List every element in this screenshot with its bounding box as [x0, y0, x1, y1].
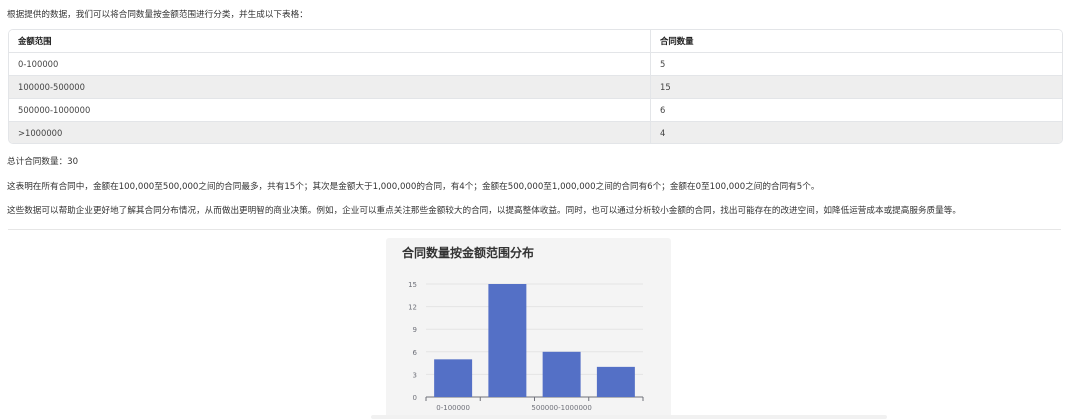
table-row: >1000000 4 [9, 121, 1062, 143]
divider [8, 229, 1061, 230]
y-tick-label: 0 [413, 394, 417, 402]
total-text: 总计合同数量：30 [7, 157, 79, 167]
cell-count: 5 [650, 52, 1062, 76]
y-tick-label: 6 [413, 349, 418, 357]
bar [488, 284, 527, 397]
column-header-range: 金额范围 [9, 30, 651, 53]
insight-paragraph: 这些数据可以帮助企业更好地了解其合同分布情况，从而做出更明智的商业决策。例如，企… [7, 206, 961, 216]
bar [542, 351, 581, 397]
y-tick-label: 3 [413, 371, 417, 379]
column-header-count: 合同数量 [650, 30, 1062, 53]
cell-count: 15 [650, 75, 1062, 99]
x-tick-label: 500000-1000000 [531, 404, 591, 412]
y-tick-label: 9 [413, 326, 417, 334]
intro-text: 根据提供的数据，我们可以将合同数量按金额范围进行分类，并生成以下表格： [7, 10, 308, 20]
cell-range: 0-100000 [9, 52, 651, 76]
table-row: 500000-1000000 6 [9, 98, 1062, 122]
y-tick-label: 12 [408, 304, 417, 312]
summary-paragraph: 这表明在所有合同中，金额在100,000至500,000之间的合同最多，共有15… [7, 182, 820, 192]
bar [434, 359, 473, 397]
cell-count: 6 [650, 98, 1062, 122]
x-tick-label: 0-100000 [436, 404, 470, 412]
bar [596, 366, 635, 397]
cell-count: 4 [650, 121, 1062, 143]
cell-range: 500000-1000000 [9, 98, 651, 122]
y-tick-label: 15 [408, 281, 417, 289]
cell-range: 100000-500000 [9, 75, 651, 99]
bottom-scroll-bar [371, 415, 887, 419]
table-header-row: 金额范围 合同数量 [9, 30, 1062, 53]
table-row: 0-100000 5 [9, 52, 1062, 76]
contract-table: 金额范围 合同数量 0-100000 5 100000-500000 15 50… [8, 29, 1063, 144]
bar-chart: 0 3 6 9 12 15 0-100000 500000-1000000 [408, 281, 644, 412]
table-row: 100000-500000 15 [9, 75, 1062, 99]
cell-range: >1000000 [9, 121, 651, 143]
bar-chart-card: 合同数量按金额范围分布 0 3 6 9 12 15 0-100000 500000-10000… [386, 238, 671, 419]
